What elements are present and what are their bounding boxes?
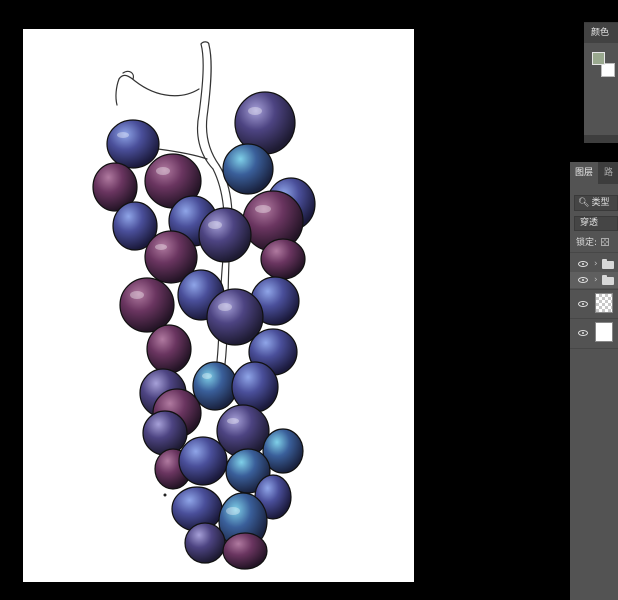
layer-row-pixel[interactable] <box>570 290 618 318</box>
workspace: 颜色 图层 路 🔍︎ 类型 穿透 锁定: › › <box>0 0 618 600</box>
lock-row: 锁定: <box>576 237 610 249</box>
layers-divider <box>570 348 618 349</box>
eye-icon[interactable] <box>578 261 588 267</box>
foreground-color-swatch[interactable] <box>592 52 605 65</box>
chevron-right-icon[interactable]: › <box>594 259 598 269</box>
layer-row-background[interactable] <box>570 319 618 347</box>
eye-icon[interactable] <box>578 277 588 283</box>
tab-paths[interactable]: 路 <box>604 162 613 184</box>
layer-row-group-2[interactable]: › <box>570 272 618 288</box>
folder-icon <box>602 275 614 285</box>
layers-panel-tabs: 图层 路 <box>570 162 618 184</box>
layer-thumbnail <box>595 293 613 313</box>
layer-filter-label: 类型 <box>591 198 610 208</box>
layer-filter-dropdown[interactable]: 🔍︎ 类型 <box>574 195 618 211</box>
lock-transparency-icon[interactable] <box>601 238 610 246</box>
grape-artwork <box>92 41 316 570</box>
color-panel: 颜色 <box>584 22 618 143</box>
color-panel-tab[interactable]: 颜色 <box>584 23 618 43</box>
search-icon: 🔍︎ <box>578 198 590 208</box>
color-panel-footer <box>584 135 618 143</box>
folder-icon <box>602 259 614 269</box>
background-color-swatch[interactable] <box>601 63 615 77</box>
document-canvas[interactable] <box>23 29 414 582</box>
layers-panel: 图层 路 🔍︎ 类型 穿透 锁定: › › <box>570 162 618 600</box>
eye-icon[interactable] <box>578 301 588 307</box>
chevron-right-icon[interactable]: › <box>594 275 598 285</box>
layer-row-group-1[interactable]: › <box>570 256 618 272</box>
tab-layers[interactable]: 图层 <box>570 162 598 184</box>
layers-divider <box>570 252 618 253</box>
eye-icon[interactable] <box>578 330 588 336</box>
lock-label: 锁定: <box>576 238 598 248</box>
layer-thumbnail <box>595 322 613 342</box>
blend-mode-dropdown[interactable]: 穿透 <box>574 216 618 231</box>
